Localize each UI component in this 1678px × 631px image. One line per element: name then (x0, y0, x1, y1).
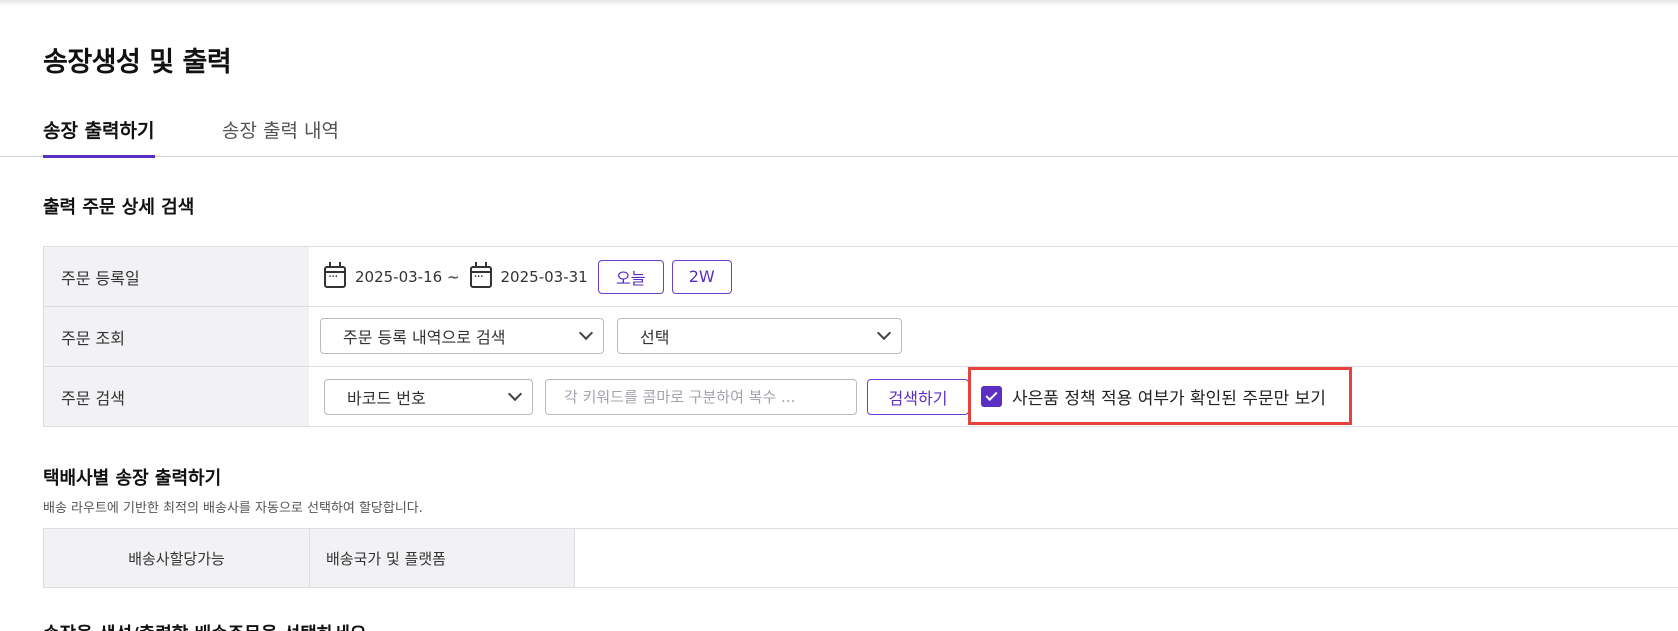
gift-filter-label[interactable]: 사은품 정책 적용 여부가 확인된 주문만 보기 (1012, 384, 1326, 409)
search-button[interactable]: 검색하기 (867, 378, 969, 415)
order-search-row: 주문 검색 바코드 번호 검색하기 (43, 367, 1678, 427)
calendar-icon[interactable] (469, 261, 492, 288)
page-title: 송장생성 및 출력 (43, 47, 232, 78)
next-section-title: 송장을 생성/출력할 배송주문을 선택하세요 (43, 620, 366, 631)
tab-print-history[interactable]: 송장 출력 내역 (222, 116, 339, 155)
order-lookup-label: 주문 조회 (43, 307, 309, 366)
carrier-table-body (574, 529, 1678, 587)
order-option-select[interactable]: 선택 (617, 318, 902, 354)
carrier-section-description: 배송 라우트에 기반한 최적의 배송사를 자동으로 선택하여 할당합니다. (43, 501, 423, 516)
checkbox-checked-icon[interactable] (981, 386, 1002, 407)
start-date[interactable]: 2025-03-16 ~ (355, 268, 460, 286)
keyword-input[interactable] (545, 378, 857, 415)
carrier-assignable-header: 배송사할당가능 (43, 529, 309, 587)
search-field-select[interactable]: 바코드 번호 (324, 378, 533, 415)
end-date[interactable]: 2025-03-31 (501, 268, 588, 286)
carrier-table: 배송사할당가능 배송국가 및 플랫폼 (43, 528, 1678, 588)
order-lookup-select[interactable]: 주문 등록 내역으로 검색 (320, 318, 604, 354)
carrier-section-title: 택배사별 송장 출력하기 (43, 468, 222, 489)
chevron-down-icon (507, 386, 523, 401)
order-lookup-select-value: 주문 등록 내역으로 검색 (343, 328, 506, 347)
search-section-title: 출력 주문 상세 검색 (43, 197, 195, 218)
chevron-down-icon (876, 325, 892, 341)
today-button[interactable]: 오늘 (597, 259, 664, 294)
calendar-icon[interactable] (324, 261, 346, 288)
country-platform-header: 배송국가 및 플랫폼 (309, 529, 574, 587)
order-date-label: 주문 등록일 (43, 247, 309, 306)
chevron-down-icon (578, 325, 594, 341)
tab-bar: 송장 출력하기 송장 출력 내역 (0, 106, 1678, 158)
tab-print-invoice[interactable]: 송장 출력하기 (43, 116, 155, 158)
two-weeks-button[interactable]: 2W (671, 259, 732, 294)
order-date-row: 주문 등록일 2025-03-16 ~ 2025-03-31 오늘 2W (43, 247, 1678, 307)
order-date-value: 2025-03-16 ~ 2025-03-31 오늘 2W (309, 247, 1678, 306)
order-search-label: 주문 검색 (43, 367, 309, 426)
gift-filter-checkbox[interactable]: 사은품 정책 적용 여부가 확인된 주문만 보기 (981, 384, 1326, 409)
order-option-select-value: 선택 (640, 328, 670, 347)
top-shadow (0, 0, 1678, 6)
search-field-select-value: 바코드 번호 (347, 388, 426, 408)
